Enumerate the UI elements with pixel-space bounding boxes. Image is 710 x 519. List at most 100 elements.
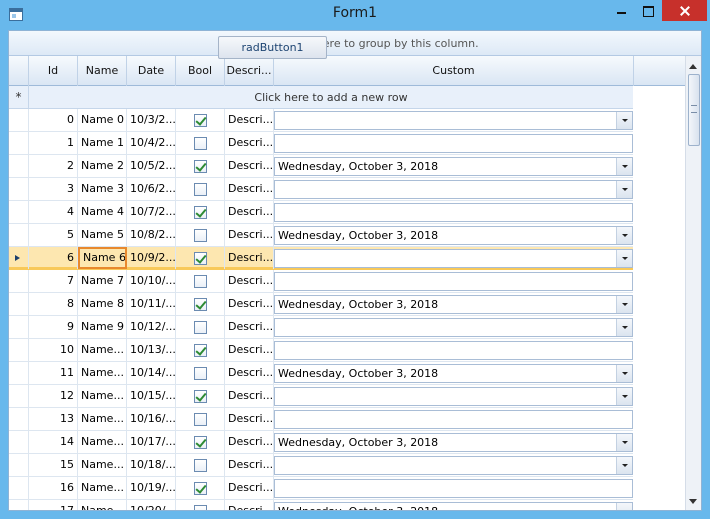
custom-date-dropdown[interactable]: Wednesday, October 3, 2018 — [274, 226, 633, 245]
column-header-bool[interactable]: Bool — [176, 56, 225, 86]
custom-text-field[interactable] — [274, 203, 633, 222]
cell-name[interactable]: Name... — [78, 431, 127, 453]
cell-id[interactable]: 2 — [29, 155, 78, 177]
cell-id[interactable]: 11 — [29, 362, 78, 384]
table-row[interactable]: 13 Name... 10/16/... Descri... — [9, 408, 633, 431]
table-row[interactable]: 16 Name... 10/19/... Descri... — [9, 477, 633, 500]
row-indicator[interactable] — [9, 408, 29, 430]
cell-name[interactable]: Name 9 — [78, 316, 127, 338]
cell-name[interactable]: Name... — [78, 339, 127, 361]
cell-name[interactable]: Name... — [78, 408, 127, 430]
cell-name[interactable]: Name... — [78, 385, 127, 407]
bool-checkbox[interactable] — [194, 160, 207, 173]
cell-date[interactable]: 10/17/... — [127, 431, 176, 453]
cell-date[interactable]: 10/14/... — [127, 362, 176, 384]
bool-checkbox[interactable] — [194, 206, 207, 219]
dropdown-arrow-icon[interactable] — [616, 365, 632, 382]
table-row[interactable]: 14 Name... 10/17/... Descri... Wednesday, Oc… — [9, 431, 633, 454]
cell-id[interactable]: 9 — [29, 316, 78, 338]
table-row[interactable]: 5 Name 5 10/8/2... Descri... Wednesday, Octo… — [9, 224, 633, 247]
cell-description[interactable]: Descri... — [225, 132, 274, 154]
cell-id[interactable]: 7 — [29, 270, 78, 292]
cell-date[interactable]: 10/13/... — [127, 339, 176, 361]
cell-bool[interactable] — [176, 201, 225, 223]
cell-date[interactable]: 10/9/2... — [127, 247, 176, 269]
cell-bool[interactable] — [176, 431, 225, 453]
custom-date-dropdown[interactable] — [274, 387, 633, 406]
cell-description[interactable]: Descri... — [225, 270, 274, 292]
table-row[interactable]: 6 Name 6 10/9/2... Descri... — [9, 247, 633, 270]
row-indicator[interactable] — [9, 224, 29, 246]
cell-id[interactable]: 1 — [29, 132, 78, 154]
dropdown-arrow-icon[interactable] — [616, 181, 632, 198]
custom-date-dropdown[interactable] — [274, 456, 633, 475]
dropdown-arrow-icon[interactable] — [616, 457, 632, 474]
cell-date[interactable]: 10/18/... — [127, 454, 176, 476]
cell-name[interactable]: Name 8 — [78, 293, 127, 315]
table-row[interactable]: 1 Name 1 10/4/2... Descri... — [9, 132, 633, 155]
cell-date[interactable]: 10/4/2... — [127, 132, 176, 154]
row-indicator[interactable] — [9, 201, 29, 223]
row-indicator[interactable] — [9, 270, 29, 292]
cell-name[interactable]: Name 4 — [78, 201, 127, 223]
table-row[interactable]: 10 Name... 10/13/... Descri... — [9, 339, 633, 362]
cell-bool[interactable] — [176, 155, 225, 177]
cell-date[interactable]: 10/8/2... — [127, 224, 176, 246]
dropdown-arrow-icon[interactable] — [616, 112, 632, 129]
close-button[interactable] — [662, 0, 707, 21]
new-row[interactable]: * Click here to add a new row — [9, 86, 633, 109]
cell-name[interactable]: Name 5 — [78, 224, 127, 246]
custom-text-field[interactable] — [274, 479, 633, 498]
cell-name[interactable]: Name 6 — [78, 247, 127, 269]
cell-date[interactable]: 10/15/... — [127, 385, 176, 407]
dropdown-arrow-icon[interactable] — [616, 250, 632, 267]
row-indicator[interactable] — [9, 178, 29, 200]
column-header-id[interactable]: Id — [29, 56, 78, 86]
bool-checkbox[interactable] — [194, 390, 207, 403]
custom-date-dropdown[interactable]: Wednesday, October 3, 2018 — [274, 157, 633, 176]
cell-description[interactable]: Descri... — [225, 247, 274, 269]
cell-description[interactable]: Descri... — [225, 201, 274, 223]
scroll-down-arrow-icon[interactable] — [689, 499, 697, 504]
bool-checkbox[interactable] — [194, 482, 207, 495]
custom-date-dropdown[interactable] — [274, 180, 633, 199]
cell-description[interactable]: Descri... — [225, 339, 274, 361]
dropdown-arrow-icon[interactable] — [616, 319, 632, 336]
rad-button-1[interactable]: radButton1 — [218, 36, 327, 59]
row-indicator[interactable] — [9, 500, 29, 510]
custom-date-dropdown[interactable]: Wednesday, October 3, 2018 — [274, 433, 633, 452]
cell-date[interactable]: 10/3/2... — [127, 109, 176, 131]
bool-checkbox[interactable] — [194, 413, 207, 426]
custom-date-dropdown[interactable]: Wednesday, October 3, 2018 — [274, 295, 633, 314]
table-row[interactable]: 11 Name... 10/14/... Descri... Wednesday, Oc… — [9, 362, 633, 385]
table-row[interactable]: 15 Name... 10/18/... Descri... — [9, 454, 633, 477]
cell-bool[interactable] — [176, 339, 225, 361]
cell-description[interactable]: Descri... — [225, 109, 274, 131]
table-row[interactable]: 12 Name... 10/15/... Descri... — [9, 385, 633, 408]
column-header-date[interactable]: Date — [127, 56, 176, 86]
cell-description[interactable]: Descri... — [225, 293, 274, 315]
cell-id[interactable]: 14 — [29, 431, 78, 453]
scroll-thumb[interactable] — [688, 74, 700, 146]
cell-name[interactable]: Name... — [78, 362, 127, 384]
bool-checkbox[interactable] — [194, 298, 207, 311]
bool-checkbox[interactable] — [194, 252, 207, 265]
maximize-button[interactable] — [635, 0, 661, 21]
bool-checkbox[interactable] — [194, 114, 207, 127]
cell-description[interactable]: Descri... — [225, 408, 274, 430]
dropdown-arrow-icon[interactable] — [616, 503, 632, 510]
bool-checkbox[interactable] — [194, 367, 207, 380]
table-row[interactable]: 9 Name 9 10/12/... Descri... — [9, 316, 633, 339]
bool-checkbox[interactable] — [194, 229, 207, 242]
cell-bool[interactable] — [176, 385, 225, 407]
bool-checkbox[interactable] — [194, 321, 207, 334]
cell-description[interactable]: Descri... — [225, 178, 274, 200]
cell-id[interactable]: 12 — [29, 385, 78, 407]
row-indicator[interactable] — [9, 431, 29, 453]
cell-bool[interactable] — [176, 362, 225, 384]
dropdown-arrow-icon[interactable] — [616, 388, 632, 405]
cell-date[interactable]: 10/11/... — [127, 293, 176, 315]
cell-description[interactable]: Descri... — [225, 362, 274, 384]
custom-date-dropdown[interactable] — [274, 249, 633, 268]
table-row[interactable]: 8 Name 8 10/11/... Descri... Wednesday, Octo… — [9, 293, 633, 316]
